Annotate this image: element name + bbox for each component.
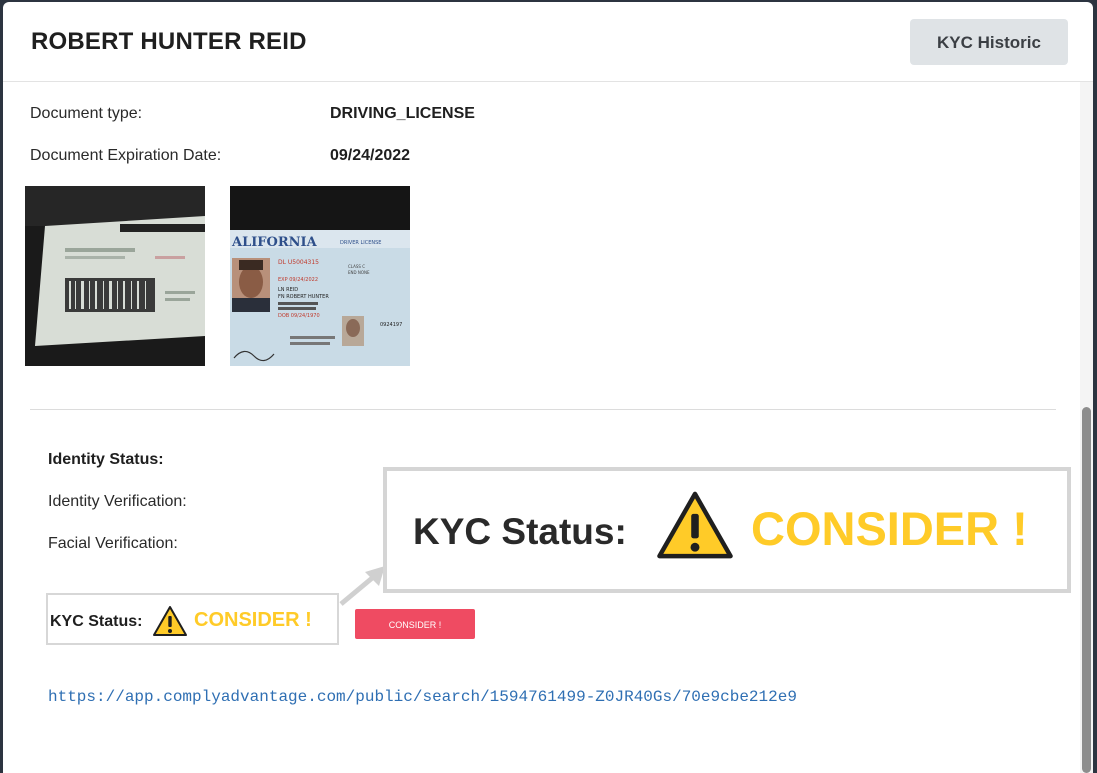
license-header-text: DRIVER LICENSE (340, 240, 381, 246)
license-back-image[interactable] (25, 186, 205, 366)
document-type-label: Document type: (30, 105, 143, 122)
license-front-image[interactable]: ALIFORNIA DRIVER LICENSE DL U5004315 EXP… (230, 186, 410, 366)
license-surname-text: LN REID (278, 287, 298, 293)
license-end-text: END NONE (348, 270, 370, 275)
kyc-historic-button[interactable]: KYC Historic (910, 19, 1068, 65)
license-class-text: CLASS C (348, 264, 365, 269)
complyadvantage-search-link[interactable]: https://app.complyadvantage.com/public/s… (48, 688, 797, 706)
kyc-status-label: KYC Status: (50, 613, 143, 630)
license-number-text: DL U5004315 (278, 259, 319, 266)
kyc-status-zoom-callout: KYC Status: CONSIDER ! (383, 467, 1071, 593)
license-expiry-text: EXP 09/24/2022 (278, 277, 318, 283)
modal-title: ROBERT HUNTER REID (31, 28, 307, 55)
facial-verification-label: Facial Verification: (48, 535, 178, 552)
zoom-kyc-status-label: KYC Status: (413, 511, 627, 552)
warning-icon (152, 605, 188, 642)
warning-icon (655, 489, 735, 566)
kyc-modal: ROBERT HUNTER REID KYC Historic Document… (3, 2, 1093, 773)
kyc-status-value: CONSIDER ! (194, 609, 312, 631)
identity-status-label: Identity Status: (48, 451, 164, 468)
modal-header: ROBERT HUNTER REID KYC Historic (3, 2, 1093, 82)
license-side-number-text: 0924197 (380, 322, 402, 328)
zoom-kyc-status-value: CONSIDER ! (751, 502, 1028, 555)
kyc-status-row: KYC Status: CONSIDER ! (46, 593, 339, 645)
document-expiration-label: Document Expiration Date: (30, 147, 222, 164)
license-dob-text: DOB 09/24/1970 (278, 313, 320, 319)
section-divider (30, 409, 1056, 410)
scrollbar-thumb[interactable] (1082, 407, 1091, 773)
document-expiration-value: 09/24/2022 (330, 147, 411, 164)
document-type-value: DRIVING_LICENSE (330, 105, 475, 122)
license-state-text: ALIFORNIA (231, 235, 318, 250)
license-given-name-text: FN ROBERT HUNTER (278, 294, 329, 300)
identity-verification-label: Identity Verification: (48, 493, 187, 510)
